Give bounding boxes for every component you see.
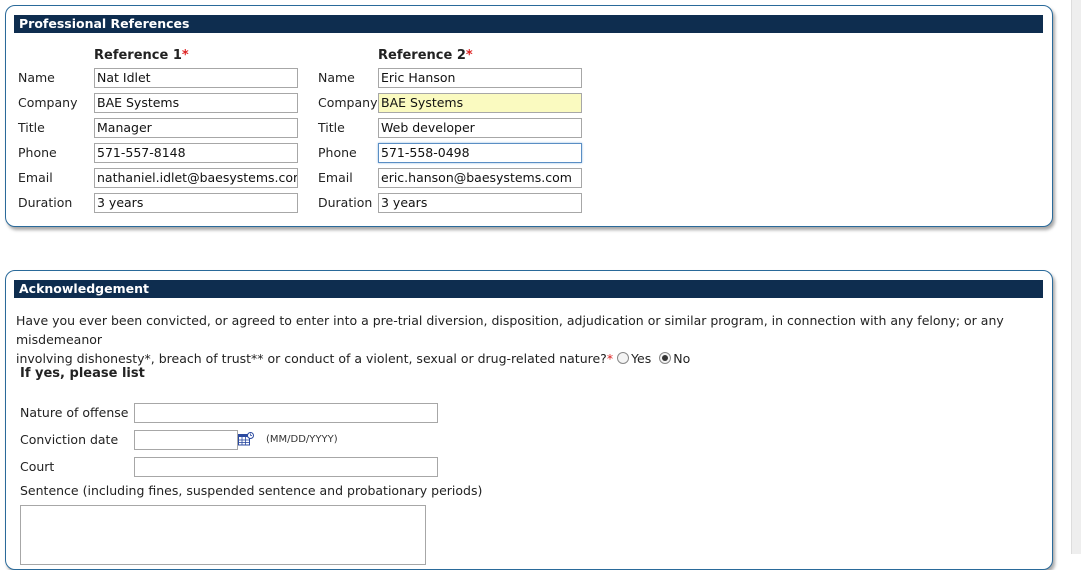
ref2-name-label: Name — [318, 70, 355, 85]
ref2-company-input[interactable]: BAE Systems — [378, 93, 582, 113]
ref1-name-input[interactable]: Nat Idlet — [94, 68, 298, 88]
conviction-date-input[interactable] — [134, 430, 238, 450]
nature-of-offense-label: Nature of offense — [20, 405, 129, 420]
ref2-title-input[interactable]: Web developer — [378, 118, 582, 138]
section-header: Acknowledgement — [14, 280, 1043, 298]
ref1-name-label: Name — [18, 70, 55, 85]
no-radio[interactable] — [659, 352, 672, 364]
ref1-title-label: Title — [18, 120, 45, 135]
court-input[interactable] — [134, 457, 438, 477]
acknowledgement-panel: Acknowledgement Have you ever been convi… — [5, 270, 1053, 570]
professional-references-panel: Professional References Reference 1* Nam… — [5, 5, 1053, 227]
question-line-1: Have you ever been convicted, or agreed … — [16, 313, 1004, 347]
date-format-hint: (MM/DD/YYYY) — [266, 434, 338, 445]
ref2-company-label: Company — [318, 95, 378, 110]
ref1-company-input[interactable]: BAE Systems — [94, 93, 298, 113]
yes-label: Yes — [631, 351, 652, 366]
ref2-name-input[interactable]: Eric Hanson — [378, 68, 582, 88]
ref2-email-label: Email — [318, 170, 353, 185]
reference-1-title: Reference 1* — [94, 48, 189, 63]
ref1-email-input[interactable]: nathaniel.idlet@baesystems.com — [94, 168, 298, 188]
ref2-phone-label: Phone — [318, 145, 357, 160]
ref1-phone-input[interactable]: 571-557-8148 — [94, 143, 298, 163]
ref2-title-label: Title — [318, 120, 345, 135]
page-scrollbar[interactable] — [1071, 0, 1081, 554]
court-label: Court — [20, 459, 55, 474]
no-label: No — [673, 351, 691, 366]
sentence-label: Sentence (including fines, suspended sen… — [20, 483, 483, 498]
nature-of-offense-input[interactable] — [134, 403, 438, 423]
ref2-duration-input[interactable]: 3 years — [378, 193, 582, 213]
reference-2-title: Reference 2* — [378, 48, 473, 63]
ref2-duration-label: Duration — [318, 195, 373, 210]
sentence-textarea[interactable] — [20, 505, 426, 565]
ref1-company-label: Company — [18, 95, 78, 110]
ref1-phone-label: Phone — [18, 145, 57, 160]
conviction-date-label: Conviction date — [20, 432, 119, 447]
yes-radio[interactable] — [617, 352, 630, 364]
ref1-title-input[interactable]: Manager — [94, 118, 298, 138]
if-yes-heading: If yes, please list — [20, 366, 145, 381]
ref1-email-label: Email — [18, 170, 53, 185]
ref2-email-input[interactable]: eric.hanson@baesystems.com — [378, 168, 582, 188]
ref1-duration-label: Duration — [18, 195, 73, 210]
ref1-duration-input[interactable]: 3 years — [94, 193, 298, 213]
section-header: Professional References — [14, 15, 1043, 33]
calendar-icon[interactable] — [238, 432, 254, 446]
ref2-phone-input[interactable]: 571-558-0498 — [378, 143, 582, 163]
conviction-question: Have you ever been convicted, or agreed … — [16, 311, 1046, 368]
question-line-2: involving dishonesty*, breach of trust**… — [16, 351, 691, 366]
